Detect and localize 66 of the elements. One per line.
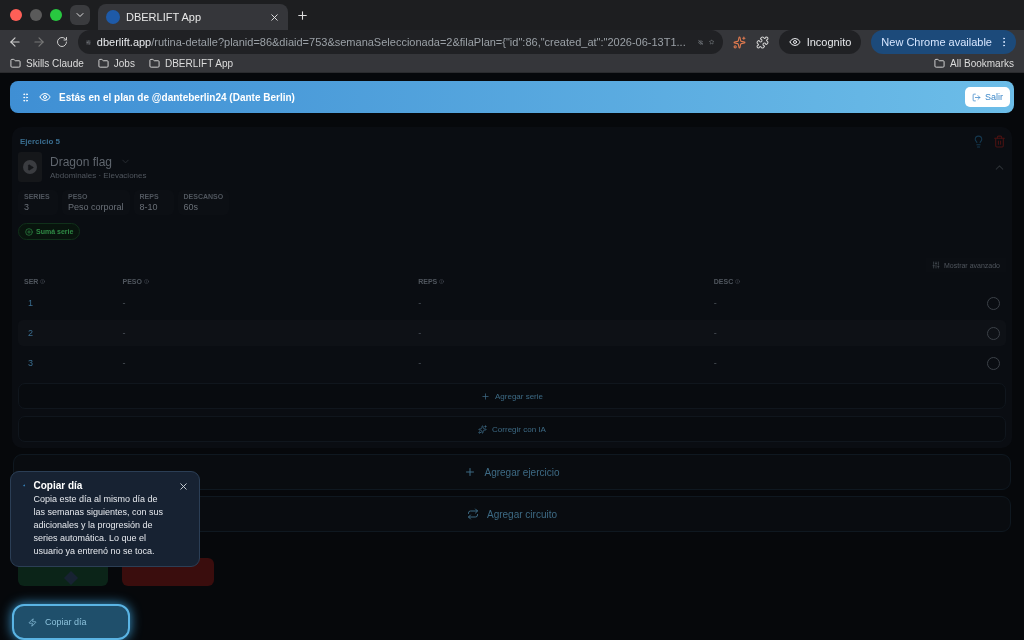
exercise-name: Dragon flag — [50, 154, 113, 169]
info-icon — [439, 278, 445, 284]
stat-value: 3 — [24, 202, 30, 212]
address-bar[interactable]: dberlift.app/rutina-detalle?planid=86&diaid=753&semanaSeleccionada=2&filaPlan={"id":86,"created_at":"2026-06-13T1... — [78, 30, 723, 54]
folder-icon — [934, 57, 946, 69]
maximize-window-button[interactable] — [50, 9, 62, 21]
table-cell-text: - — [418, 328, 423, 338]
close-button[interactable] — [178, 480, 189, 492]
close-window-button[interactable] — [10, 9, 22, 21]
bookmark[interactable]: DBERLIFT App — [148, 57, 234, 69]
exercise-subtitle: Abdominales · Elevaciones — [50, 170, 147, 180]
tab-search-button[interactable] — [70, 5, 90, 25]
ai-fix-button[interactable]: Corregir con IA — [18, 416, 1006, 442]
sparkle-icon — [478, 424, 488, 434]
table-cell-text: - — [418, 298, 423, 308]
add-set-button[interactable]: Agregar serie — [18, 383, 1006, 409]
exit-button[interactable]: Salir — [965, 87, 1010, 107]
info-icon — [735, 278, 741, 284]
bookmark[interactable]: Jobs — [97, 57, 135, 69]
plus-circle-icon — [25, 227, 33, 236]
incognito-icon — [788, 36, 801, 48]
set-number: 3 — [27, 358, 34, 368]
copy-day-button[interactable]: Copiar día — [12, 604, 130, 640]
browser-tab[interactable]: DBERLIFT App — [98, 4, 288, 30]
update-button[interactable]: New Chrome available — [871, 30, 1016, 54]
banner-text: Estás en el plan de @danteberlin24 (Dante Berlin) — [59, 91, 296, 103]
minimize-window-button[interactable] — [30, 9, 42, 21]
info-icon — [40, 278, 46, 284]
folder-icon — [148, 57, 160, 69]
incognito-button[interactable]: Incognito — [778, 30, 862, 54]
plus-icon — [481, 391, 490, 401]
set-number: 2 — [27, 328, 34, 338]
exercise-label: Ejercicio 5 — [19, 137, 62, 146]
plus-icon — [464, 466, 477, 478]
back-icon[interactable] — [8, 35, 22, 49]
info-icon — [144, 278, 149, 284]
bookmark[interactable]: Skills Claude — [10, 57, 84, 69]
reload-icon[interactable] — [56, 36, 68, 48]
sliders-icon — [931, 261, 940, 269]
lightbulb-icon[interactable] — [972, 135, 985, 148]
exit-icon — [972, 92, 981, 102]
table-cell-text: - — [122, 358, 127, 368]
extensions-icon[interactable] — [755, 35, 769, 49]
drag-handle-icon[interactable] — [20, 91, 31, 103]
table-cell-text: - — [713, 298, 718, 308]
table-cell-text: - — [122, 298, 127, 308]
stat-value: 60s — [183, 202, 200, 212]
stat-value: Peso corporal — [68, 202, 124, 212]
stat-value: 8-10 — [139, 202, 159, 212]
table-cell-text: - — [713, 358, 718, 368]
eye-icon — [39, 91, 51, 103]
table-cell-text: - — [122, 328, 127, 338]
folder-icon — [97, 57, 109, 69]
app-logo-icon — [106, 10, 120, 24]
new-tab-icon[interactable] — [296, 8, 309, 22]
tooltip-title: Copiar día — [33, 480, 84, 491]
folder-icon — [10, 57, 21, 69]
table-cell-text: - — [418, 358, 423, 368]
all-bookmarks[interactable]: All Bookmarks — [934, 57, 1014, 69]
table-cell-text: - — [713, 328, 718, 338]
repeat-icon — [467, 508, 479, 520]
url-text: dberlift.app/rutina-detalle?planid=86&diaid=753&semanaSeleccionada=2&filaPlan={"id":86,"created_at":"2026-06-13T1... — [96, 36, 686, 48]
set-number: 1 — [27, 298, 34, 308]
sparkle-icon[interactable] — [732, 35, 746, 49]
close-icon[interactable] — [269, 11, 280, 23]
forward-icon[interactable] — [32, 35, 46, 49]
